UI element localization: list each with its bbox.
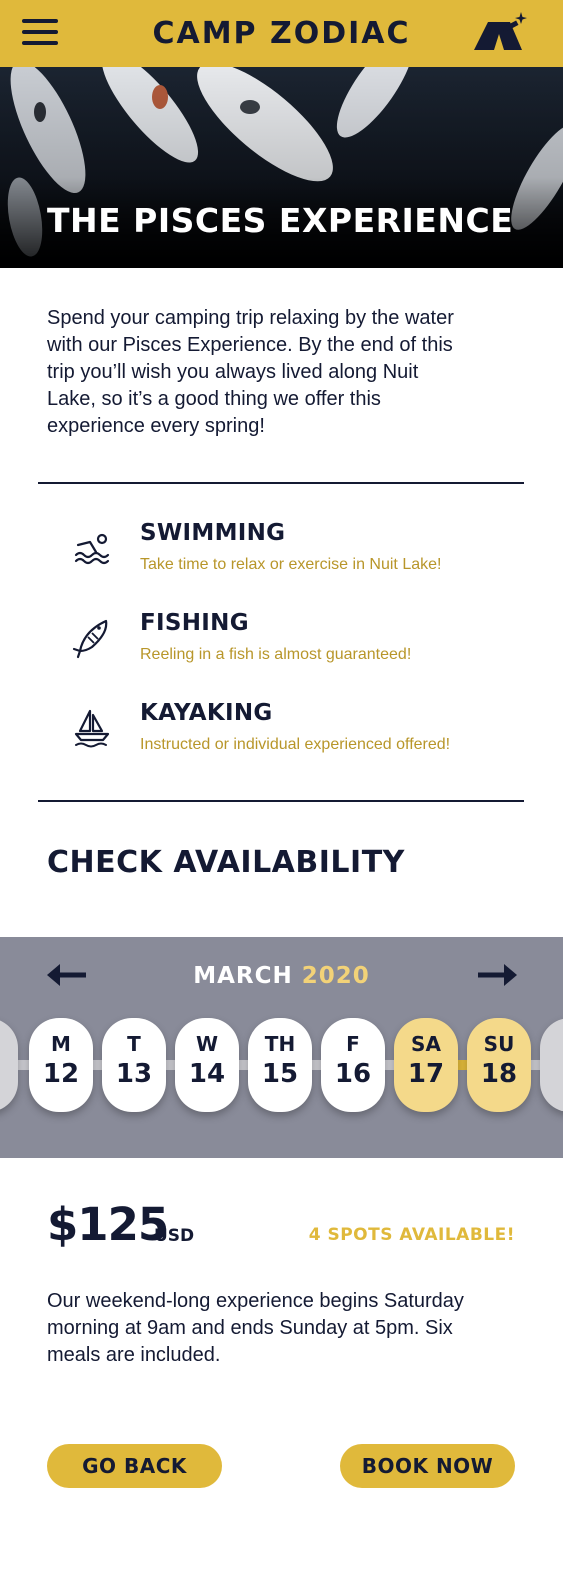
day-date: 14 [188,1059,226,1089]
day-name: T [127,1032,141,1056]
day-card-12[interactable]: M 12 [29,1018,93,1112]
day-date: 15 [261,1059,299,1089]
date-picker: MARCH 2020 M 12 T 13 W 14 TH 15 F 16 SA … [0,937,563,1158]
day-name: F [346,1032,360,1056]
arrow-right-icon[interactable] [476,959,520,991]
day-card-16[interactable]: F 16 [321,1018,385,1112]
hero-banner: THE PISCES EXPERIENCE [0,67,563,268]
divider [38,482,524,484]
price-currency: USD [154,1226,195,1246]
day-card-previous[interactable] [0,1018,18,1112]
day-date: 13 [115,1059,153,1089]
go-back-button[interactable]: GO BACK [47,1444,222,1488]
day-date: 17 [407,1059,445,1089]
activity-name: SWIMMING [140,520,286,546]
intro-text: Spend your camping trip relaxing by the … [47,307,454,437]
activity-description: Take time to relax or exercise in Nuit L… [140,556,442,573]
day-date: 18 [480,1059,518,1089]
day-name: SA [411,1032,441,1056]
activity-kayaking: KAYAKING Instructed or individual experi… [70,700,540,760]
divider [38,800,524,802]
day-name: TH [264,1032,296,1056]
section-title: CHECK AVAILABILITY [47,845,405,880]
day-card-13[interactable]: T 13 [102,1018,166,1112]
page-title: THE PISCES EXPERIENCE [47,201,514,240]
sailboat-icon [74,709,110,748]
day-name: M [51,1032,71,1056]
activity-swimming: SWIMMING Take time to relax or exercise … [70,520,540,580]
book-now-button[interactable]: BOOK NOW [340,1444,515,1488]
brand-logo-text[interactable]: CAMP ZODIAC [140,8,423,60]
tent-telescope-icon [474,12,527,50]
day-card-17-selected[interactable]: SA 17 [394,1018,458,1112]
activity-description: Instructed or individual experienced off… [140,736,451,753]
day-card-15[interactable]: TH 15 [248,1018,312,1112]
activity-fishing: FISHING Reeling in a fish is almost guar… [70,610,540,670]
day-card-18-selected[interactable]: SU 18 [467,1018,531,1112]
activity-name: KAYAKING [140,700,273,726]
swimmer-icon [74,533,110,565]
month-name: MARCH [193,963,293,989]
activity-name: FISHING [140,610,249,636]
day-name: SU [483,1032,515,1056]
day-date: 12 [42,1059,80,1089]
activity-description: Reeling in a fish is almost guaranteed! [140,646,412,663]
hamburger-menu-icon[interactable] [22,17,58,49]
price-amount: $125 [47,1198,169,1251]
year-label: 2020 [301,963,370,989]
fish-icon [72,619,108,659]
top-bar: CAMP ZODIAC [0,0,563,67]
day-date: 16 [334,1059,372,1089]
day-card-14[interactable]: W 14 [175,1018,239,1112]
spots-available-badge: 4 SPOTS AVAILABLE! [308,1225,515,1245]
experience-details: Our weekend-long experience begins Satur… [47,1290,464,1366]
day-name: W [195,1032,219,1056]
day-card-next[interactable] [540,1018,563,1112]
